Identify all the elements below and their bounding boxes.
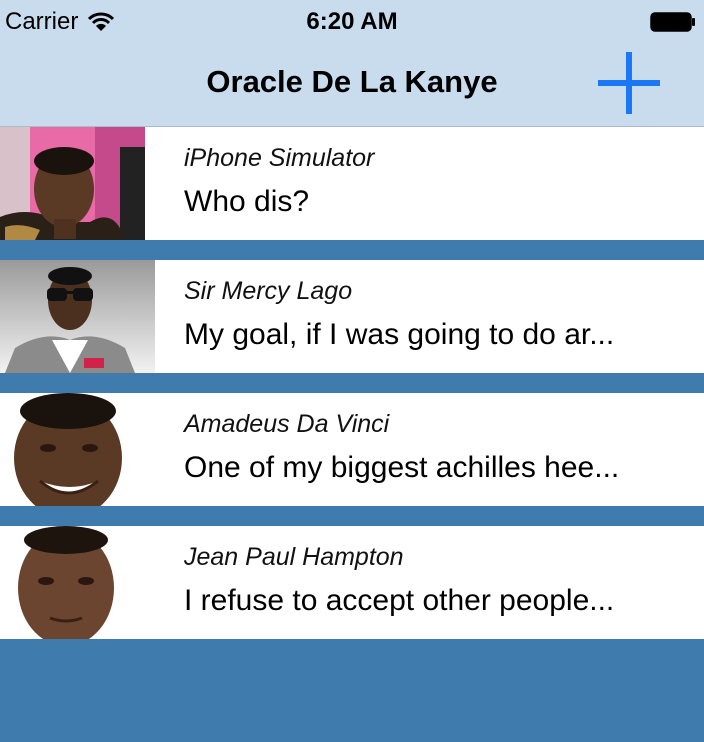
battery-icon: [650, 12, 696, 32]
add-button[interactable]: [596, 50, 662, 116]
message-text: Who dis?: [184, 185, 310, 218]
avatar: [0, 393, 145, 506]
message-text: My goal, if I was going to do ar...: [184, 318, 615, 351]
message-author: Sir Mercy Lago: [184, 277, 353, 305]
list-item[interactable]: Sir Mercy Lago My goal, if I was going t…: [0, 260, 704, 373]
message-author: Jean Paul Hampton: [184, 543, 404, 571]
list-item[interactable]: Amadeus Da Vinci One of my biggest achil…: [0, 393, 704, 506]
status-bar: Carrier 6:20 AM: [0, 0, 704, 44]
avatar: [0, 127, 145, 240]
avatar: [0, 260, 155, 373]
list-item[interactable]: iPhone Simulator Who dis?: [0, 127, 704, 240]
avatar: [0, 526, 145, 639]
status-time: 6:20 AM: [306, 8, 398, 35]
message-text: One of my biggest achilles hee...: [184, 451, 620, 484]
message-author: iPhone Simulator: [184, 144, 375, 172]
message-author: Amadeus Da Vinci: [184, 410, 390, 438]
message-text: I refuse to accept other people...: [184, 584, 615, 617]
list-item[interactable]: Jean Paul Hampton I refuse to accept oth…: [0, 526, 704, 639]
navigation-bar: Carrier 6:20 AM Oracle De La Kanye: [0, 0, 704, 127]
plus-icon: [598, 52, 660, 114]
